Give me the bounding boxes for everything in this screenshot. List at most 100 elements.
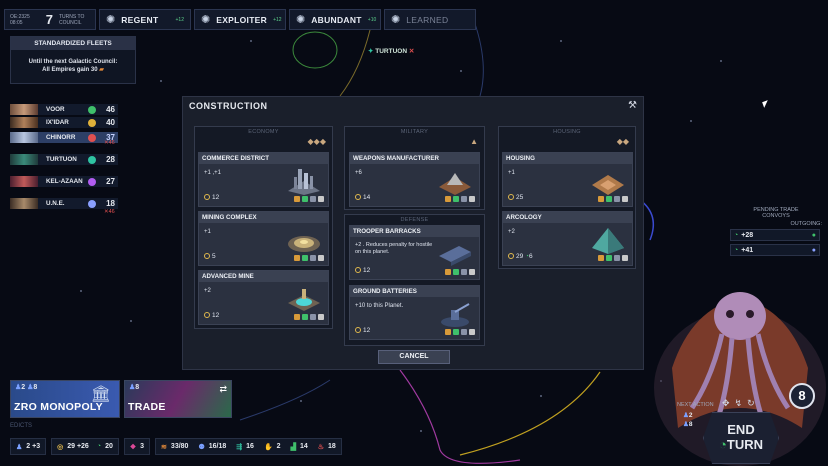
monopoly-count-2: 8 xyxy=(33,384,38,391)
fire-icon: ♨ xyxy=(317,443,325,451)
move-icon[interactable]: ✥ xyxy=(722,398,730,409)
card-effect: +2 . Reduces penalty for hostile on this… xyxy=(355,242,433,255)
swap-icon: ⇄ xyxy=(219,384,227,394)
card-title: TROOPER BARRACKS xyxy=(350,226,479,237)
empire-avatar xyxy=(10,104,38,115)
gear-icon: ✺ xyxy=(201,14,211,26)
empire-row-ixidar[interactable]: IX'IDAR 40 xyxy=(10,117,118,128)
building-card-ground-batteries[interactable]: GROUND BATTERIES +10 to this Planet. 12 xyxy=(349,285,480,340)
tab-abundant[interactable]: ✺ ABUNDANT +10 xyxy=(289,9,381,30)
resource-industry[interactable]: ≋ 33/80 ⚉ 16/18 ⇶ 16 ✋ 2 ▟ 14 ♨ 18 xyxy=(155,438,342,455)
card-cost: 14 xyxy=(363,194,371,201)
date-label: OE:2325 xyxy=(10,13,30,20)
economy-label: ECONOMY xyxy=(248,129,279,135)
trade-button[interactable]: ⇄ ♟8 TRADE xyxy=(124,380,232,418)
building-card-housing[interactable]: HOUSING +1 25 xyxy=(502,152,633,207)
map-label-turtuon[interactable]: ✦ TURTUON ✕ xyxy=(368,47,414,55)
date-panel[interactable]: OE:2325 08:05 7 TURNS TO COUNCIL xyxy=(4,9,96,30)
coin-icon xyxy=(355,267,361,273)
card-cost: 12 xyxy=(212,194,220,201)
empire-emblem-icon xyxy=(88,105,96,114)
empire-row-kel-azaan[interactable]: KEL-AZAAN 27 xyxy=(10,176,118,187)
tab-regent[interactable]: ✺ REGENT +12 xyxy=(99,9,191,30)
building-card-mining-complex[interactable]: MINING COMPLEX +1 5 xyxy=(198,211,329,266)
trade-outgoing-label: OUTGOING: xyxy=(790,221,822,227)
industry-icon: ≋ xyxy=(161,443,167,451)
requirement-icons xyxy=(598,196,628,202)
resource-value: 20 xyxy=(105,443,113,450)
resource-value: 3 xyxy=(140,443,145,450)
tab-exploiter[interactable]: ✺ EXPLOITER +12 xyxy=(194,9,286,30)
resource-influence[interactable]: ❖ 3 xyxy=(123,438,151,455)
credits-icon: ◔ xyxy=(734,231,739,239)
card-title: GROUND BATTERIES xyxy=(350,286,479,297)
coin-icon xyxy=(204,253,210,259)
cancel-button[interactable]: CANCEL xyxy=(378,350,450,364)
empire-name: TURTUON xyxy=(46,156,77,163)
requirement-icons xyxy=(445,329,475,335)
card-effect: +1 xyxy=(508,170,515,176)
cycle-icon[interactable]: ↻ xyxy=(747,398,755,409)
fleet-icon: ⇶ xyxy=(236,443,243,451)
end-turn-button[interactable]: END ◔TURN xyxy=(703,412,779,464)
building-card-weapons-manufacturer[interactable]: WEAPONS MANUFACTURER +6 14 xyxy=(349,152,480,207)
requirement-icons xyxy=(294,314,324,320)
council-effect-panel[interactable]: STANDARDIZED FLEETS Until the next Galac… xyxy=(10,36,136,84)
economy-column: ECONOMY ◆◆◆ COMMERCE DISTRICT +1 ,+1 12 … xyxy=(194,126,333,329)
resource-value: 16/18 xyxy=(208,443,227,450)
resource-population[interactable]: ♟ 2 +3 xyxy=(10,438,47,455)
wave-icon[interactable]: ↯ xyxy=(735,398,743,409)
coin-icon xyxy=(508,253,514,259)
resource-icon: ▰ xyxy=(97,67,104,73)
card-title: ARCOLOGY xyxy=(503,212,632,223)
building-card-arcology[interactable]: ARCOLOGY +2 29 ◔6 xyxy=(502,211,633,266)
requirement-icons xyxy=(294,196,324,202)
resource-value: 18 xyxy=(328,443,336,450)
housing-icon xyxy=(590,167,626,195)
building-card-advanced-mine[interactable]: ADVANCED MINE +2 12 xyxy=(198,270,329,325)
credits-icon: ◔ xyxy=(734,246,739,254)
trade-convoys-panel[interactable]: PENDING TRADE CONVOYS OUTGOING: ◔ +28 ● … xyxy=(730,207,822,257)
empire-row-turtuon[interactable]: TURTUON 28 xyxy=(10,154,118,165)
empire-row-une[interactable]: U.N.E. 18 xyxy=(10,198,118,209)
tab-learned[interactable]: ✺ LEARNED xyxy=(384,9,476,30)
tab-badge: +12 xyxy=(273,16,282,23)
monopoly-count: 2 xyxy=(21,384,26,391)
next-action-count-1: 2 xyxy=(688,412,693,419)
card-effect: +1 xyxy=(204,229,211,235)
hammer-wrench-icon[interactable]: ⚒ xyxy=(628,100,637,111)
council-effect-line2: All Empires gain 30 xyxy=(42,67,98,73)
coin-icon xyxy=(204,312,210,318)
construction-dialog: CONSTRUCTION ⚒ ECONOMY ◆◆◆ COMMERCE DIST… xyxy=(182,96,644,370)
military-label: MILITARY xyxy=(400,129,429,135)
tab-label: ABUNDANT xyxy=(311,14,362,25)
empire-emblem-icon xyxy=(88,118,96,127)
next-action-icons[interactable]: ✥ ↯ ↻ xyxy=(722,398,755,409)
barracks-icon xyxy=(437,240,473,268)
population-icon: ♟ xyxy=(16,443,23,451)
empire-sub-kelazaan: ✕46 xyxy=(104,209,115,215)
card-cost-secondary: 6 xyxy=(528,253,533,260)
ship-icon: ▟ xyxy=(290,443,296,451)
empire-avatar xyxy=(10,176,38,187)
empire-row-chinorr[interactable]: CHINORR 37 xyxy=(10,132,118,143)
empire-row-voor[interactable]: VOOR 46 xyxy=(10,104,118,115)
edicts-label: EDICTS xyxy=(10,423,33,429)
empire-emblem-icon xyxy=(88,133,96,142)
trade-convoy-2[interactable]: ◔ +41 ● xyxy=(730,244,820,256)
trade-convoy-1[interactable]: ◔ +28 ● xyxy=(730,229,820,241)
empire-avatar xyxy=(10,154,38,165)
requirement-icons xyxy=(445,196,475,202)
card-effect: +2 xyxy=(508,229,515,235)
tab-label: EXPLOITER xyxy=(216,14,268,25)
building-card-trooper-barracks[interactable]: TROOPER BARRACKS +2 . Reduces penalty fo… xyxy=(349,225,480,280)
card-effect: +2 xyxy=(204,288,211,294)
zro-monopoly-button[interactable]: 🏛 ♟2 ♟8 ZRO MONOPOLY xyxy=(10,380,120,418)
building-card-commerce-district[interactable]: COMMERCE DISTRICT +1 ,+1 12 xyxy=(198,152,329,207)
empire-name: VOOR xyxy=(46,106,65,113)
tab-badge: +10 xyxy=(367,16,377,23)
mine-icon xyxy=(286,226,322,254)
resource-credits[interactable]: ◎ 29 +26 ◔ 20 xyxy=(51,438,119,455)
alert-icon[interactable]: 8 xyxy=(789,383,815,409)
requirement-icons xyxy=(598,255,628,261)
